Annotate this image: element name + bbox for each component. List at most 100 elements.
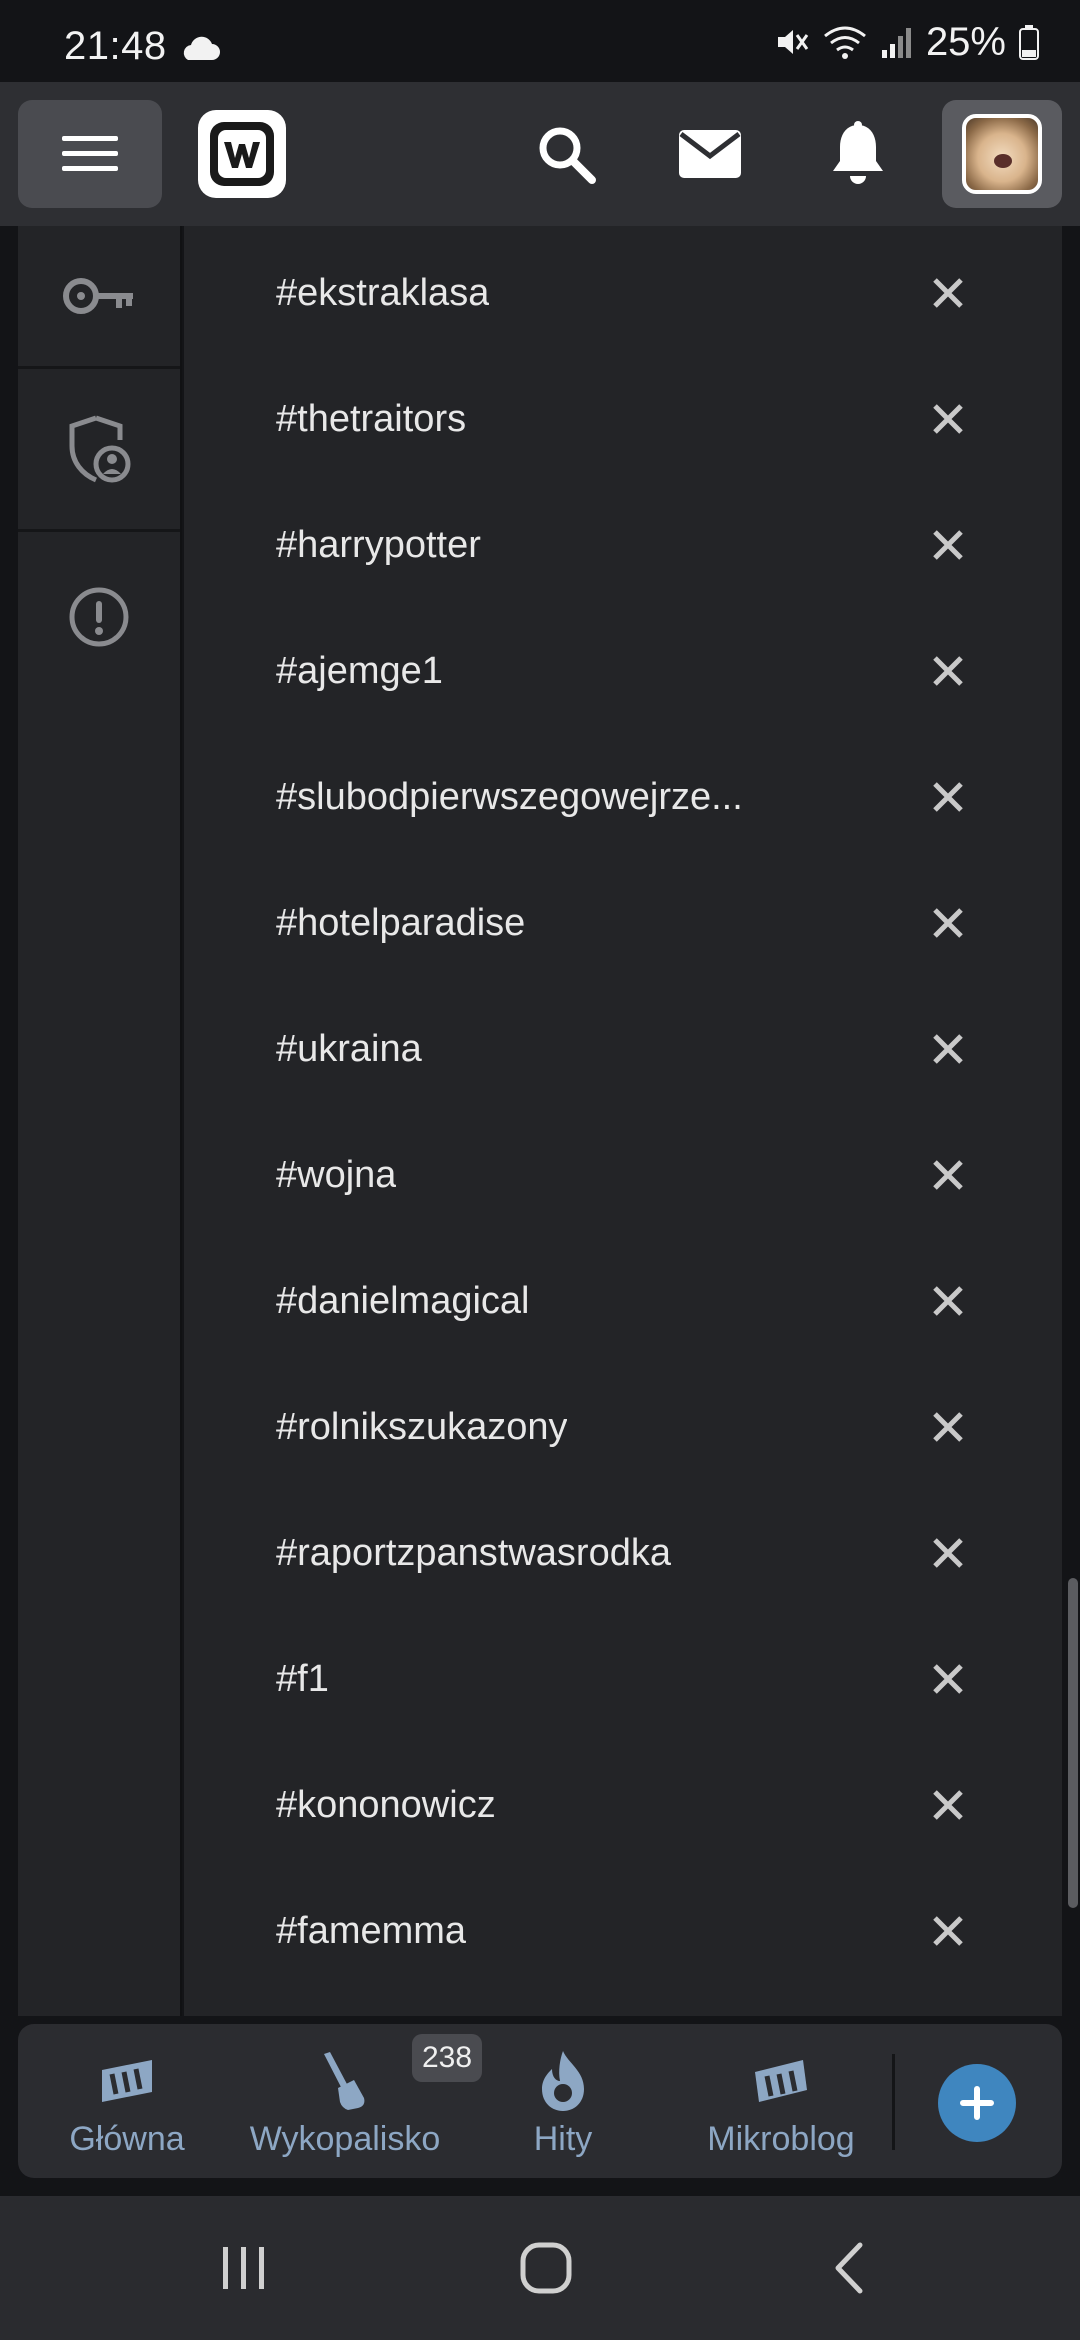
nav-item-glowna[interactable]: Główna [18,2024,236,2178]
user-avatar [962,114,1042,194]
search-button[interactable] [528,116,604,192]
flame-icon-wrap [538,2048,588,2114]
close-icon [933,404,963,434]
remove-tag-button[interactable] [924,1529,972,1577]
recents-icon [223,2247,264,2289]
wykop-logo[interactable] [198,110,286,198]
remove-tag-button[interactable] [924,1907,972,1955]
search-icon [539,127,596,184]
nav-label: Główna [69,2120,185,2158]
tag-label[interactable]: #famemma [276,1868,466,1994]
tag-row: #raportzpanstwasrodka [184,1490,1062,1616]
plus-icon [960,2086,994,2120]
tag-row: #famemma [184,1868,1062,1994]
tag-label[interactable]: #raportzpanstwasrodka [276,1490,671,1616]
menu-button[interactable] [18,100,162,208]
remove-tag-button[interactable] [924,1277,972,1325]
remove-tag-button[interactable] [924,1025,972,1073]
remove-tag-button[interactable] [924,773,972,821]
rail-item-reports[interactable] [18,532,180,702]
remove-tag-button[interactable] [924,899,972,947]
home-button[interactable] [510,2232,582,2304]
hamburger-icon [62,136,118,171]
close-icon [933,1790,963,1820]
tag-row: #wojna [184,1112,1062,1238]
side-rail [18,226,182,2016]
mail-icon [679,130,741,178]
nav-item-hity[interactable]: Hity [454,2024,672,2178]
tag-label[interactable]: #kononowicz [276,1742,496,1868]
remove-tag-button[interactable] [924,521,972,569]
system-navigation-bar [0,2196,1080,2340]
status-time: 21:48 [64,24,167,68]
tag-row: #slubodpierwszegowejrze... [184,734,1062,860]
home-icon [102,2060,152,2102]
close-icon [933,656,963,686]
close-icon [933,278,963,308]
mail-button[interactable] [672,116,748,192]
nav-label: Mikroblog [707,2120,855,2158]
bell-icon [833,121,883,184]
profile-button[interactable] [942,100,1062,208]
alert-circle-icon [69,587,129,647]
tag-label[interactable]: #danielmagical [276,1238,530,1364]
remove-tag-button[interactable] [924,647,972,695]
back-icon [835,2242,863,2294]
recents-button[interactable] [208,2232,280,2304]
nav-item-mikroblog[interactable]: Mikroblog [672,2024,890,2178]
tag-row: #thetraitors [184,356,1062,482]
observed-tags-list: #ekstraklasa #thetraitors #harrypotter #… [184,226,1062,2016]
tag-label[interactable]: #ajemge1 [276,608,443,734]
cloud-icon [183,36,220,60]
remove-tag-button[interactable] [924,269,972,317]
tag-row: #ajemge1 [184,608,1062,734]
remove-tag-button[interactable] [924,1655,972,1703]
mikroblog-icon-wrap [751,2048,811,2114]
tag-row: #kononowicz [184,1742,1062,1868]
tag-row: #danielmagical [184,1238,1062,1364]
remove-tag-button[interactable] [924,1781,972,1829]
scrollbar-thumb[interactable] [1068,1578,1078,1908]
close-icon [933,1664,963,1694]
bottom-navigation: Główna Wykopalisko 238 Hity Mikroblog [18,2024,1062,2178]
tag-label[interactable]: #hotelparadise [276,860,525,986]
rail-item-keys[interactable] [18,226,180,366]
close-icon [933,1412,963,1442]
tag-row: #hotelparadise [184,860,1062,986]
nav-label: Hity [533,2120,593,2158]
back-button[interactable] [812,2232,884,2304]
remove-tag-button[interactable] [924,1151,972,1199]
close-icon [933,1034,963,1064]
nav-label: Wykopalisko [249,2120,441,2158]
shield-user-icon [69,415,131,483]
notifications-button[interactable] [820,116,896,192]
remove-tag-button[interactable] [924,1403,972,1451]
tag-row: #harrypotter [184,482,1062,608]
status-right: 25% [774,20,1040,64]
close-icon [933,908,963,938]
tag-label[interactable]: #thetraitors [276,356,466,482]
flame-icon [542,2051,584,2111]
rail-item-privacy[interactable] [18,369,180,529]
tag-label[interactable]: #f1 [276,1616,329,1742]
nav-item-wykopalisko[interactable]: Wykopalisko 238 [236,2024,483,2178]
tag-label[interactable]: #wojna [276,1112,396,1238]
close-icon [933,782,963,812]
wifi-icon [824,26,866,59]
tag-label[interactable]: #harrypotter [276,482,481,608]
close-icon [933,1538,963,1568]
key-icon [63,278,133,314]
tag-label[interactable]: #ekstraklasa [276,230,489,356]
close-icon [933,1286,963,1316]
add-button[interactable] [938,2064,1016,2142]
close-icon [933,1916,963,1946]
mute-icon [777,30,809,54]
remove-tag-button[interactable] [924,395,972,443]
mikroblog-icon [755,2060,807,2102]
tag-label[interactable]: #slubodpierwszegowejrze... [276,734,743,860]
tag-row: #ekstraklasa [184,230,1062,356]
tag-label[interactable]: #rolnikszukazony [276,1364,567,1490]
tag-label[interactable]: #ukraina [276,986,422,1112]
signal-icon [881,28,911,58]
shovel-icon-wrap [318,2048,372,2114]
